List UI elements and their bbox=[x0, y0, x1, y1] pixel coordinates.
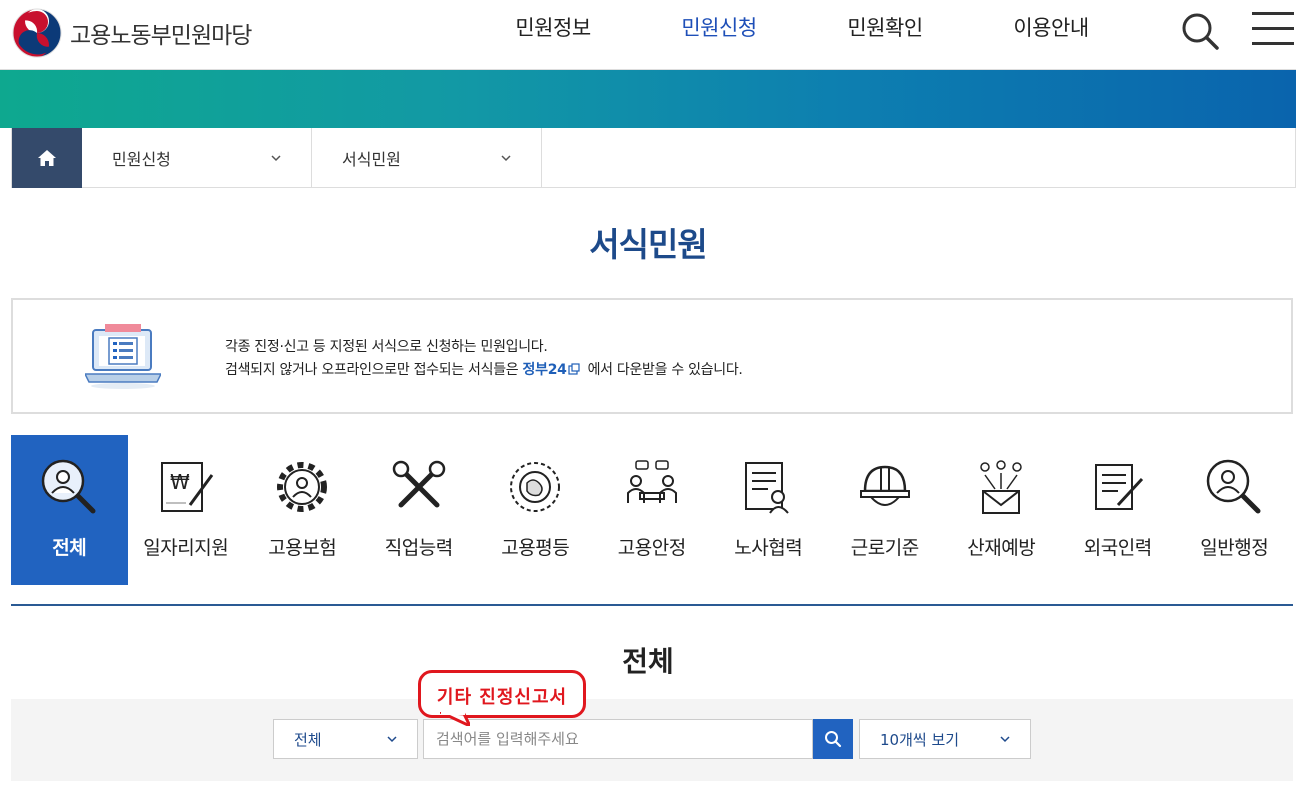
home-button[interactable] bbox=[12, 128, 82, 188]
chevron-down-icon bbox=[271, 155, 281, 162]
category-select[interactable]: 전체 bbox=[273, 719, 418, 759]
hamburger-menu-icon[interactable] bbox=[1252, 12, 1294, 46]
category-tab-job-support[interactable]: ₩ 일자리지원 bbox=[128, 435, 245, 585]
info-box: 각종 진정·신고 등 지정된 서식으로 신청하는 민원입니다. 검색되지 않거나… bbox=[11, 298, 1293, 414]
nav-item-guide[interactable]: 이용안내 bbox=[968, 0, 1134, 56]
site-logo[interactable]: 고용노동부민원마당 bbox=[12, 8, 252, 58]
external-link-icon bbox=[567, 363, 580, 375]
sub-visual-banner bbox=[0, 70, 1296, 128]
search-input[interactable] bbox=[423, 719, 813, 759]
info-line-1: 각종 진정·신고 등 지정된 서식으로 신청하는 민원입니다. bbox=[225, 339, 548, 355]
category-label: 일반행정 bbox=[1200, 537, 1269, 559]
category-tab-labor-cooperation[interactable]: 노사협력 bbox=[710, 435, 827, 585]
laptop-document-icon bbox=[85, 324, 161, 389]
search-area: 전체 10개씩 보기 bbox=[11, 699, 1293, 781]
info-line-2: 검색되지 않거나 오프라인으로만 접수되는 서식들은 정부24 에서 다운받을 수… bbox=[225, 359, 743, 382]
category-label: 고용안정 bbox=[617, 537, 686, 559]
category-label: 일자리지원 bbox=[143, 537, 229, 559]
category-label: 고용평등 bbox=[501, 537, 570, 559]
breadcrumb-level1-dropdown[interactable]: 민원신청 bbox=[82, 128, 312, 188]
category-label: 고용보험 bbox=[268, 537, 337, 559]
document-pen-icon: ₩ bbox=[160, 462, 213, 512]
info-description: 각종 진정·신고 등 지정된 서식으로 신청하는 민원입니다. 검색되지 않거나… bbox=[225, 336, 743, 382]
category-tabs: 전체 ₩ 일자리지원 고용보험 직업능력 고용평등 고용안정 노사협력 근로기준… bbox=[11, 435, 1293, 585]
chevron-down-icon bbox=[387, 736, 397, 743]
section-divider bbox=[11, 604, 1293, 606]
government-emblem-icon bbox=[12, 8, 62, 58]
category-tab-employment-stability[interactable]: 고용안정 bbox=[594, 435, 711, 585]
chevron-down-icon bbox=[501, 155, 511, 162]
info-line-2-before: 검색되지 않거나 오프라인으로만 접수되는 서식들은 bbox=[225, 362, 519, 378]
category-select-value: 전체 bbox=[294, 730, 322, 749]
gear-person-icon bbox=[277, 462, 327, 512]
nav-item-apply[interactable]: 민원신청 bbox=[636, 0, 802, 56]
category-tab-foreign-workforce[interactable]: 외국인력 bbox=[1060, 435, 1177, 585]
home-icon bbox=[38, 150, 56, 166]
page-size-select-value: 10개씩 보기 bbox=[880, 730, 960, 749]
category-label: 직업능력 bbox=[384, 537, 453, 559]
person-search-icon bbox=[41, 459, 96, 514]
main-nav: 민원정보 민원신청 민원확인 이용안내 bbox=[470, 0, 1134, 56]
nav-item-check[interactable]: 민원확인 bbox=[802, 0, 968, 56]
search-icon[interactable] bbox=[1178, 9, 1222, 53]
svg-text:₩: ₩ bbox=[170, 470, 190, 494]
annotation-tail bbox=[440, 712, 470, 726]
site-name: 고용노동부민원마당 bbox=[70, 23, 252, 49]
category-label: 산재예방 bbox=[967, 537, 1036, 559]
mail-people-icon bbox=[980, 460, 1022, 514]
annotation-text: 기타 진정신고서 bbox=[436, 687, 568, 708]
meeting-icon bbox=[626, 460, 677, 503]
category-tab-labor-standards[interactable]: 근로기준 bbox=[827, 435, 944, 585]
section-title: 전체 bbox=[622, 645, 674, 678]
category-tab-job-skills[interactable]: 직업능력 bbox=[361, 435, 478, 585]
breadcrumb-level1-label: 민원신청 bbox=[112, 150, 171, 169]
page-title: 서식민원 bbox=[589, 225, 707, 264]
annotation-callout: 기타 진정신고서 bbox=[418, 670, 586, 718]
globe-people-icon bbox=[510, 462, 560, 512]
search-submit-button[interactable] bbox=[813, 719, 853, 759]
helmet-icon bbox=[859, 465, 910, 506]
category-tab-all[interactable]: 전체 bbox=[11, 435, 128, 585]
form-pen-icon bbox=[1094, 464, 1143, 510]
category-label: 근로기준 bbox=[850, 537, 919, 559]
category-tab-general-admin[interactable]: 일반행정 bbox=[1176, 435, 1293, 585]
gov24-link[interactable]: 정부24 bbox=[523, 362, 567, 378]
category-tab-employment-equality[interactable]: 고용평등 bbox=[477, 435, 594, 585]
magnifier-person-icon bbox=[1206, 459, 1261, 514]
breadcrumb: 민원신청 서식민원 bbox=[11, 128, 1296, 188]
category-label: 외국인력 bbox=[1083, 537, 1152, 559]
chevron-down-icon bbox=[1000, 736, 1010, 743]
page-size-select[interactable]: 10개씩 보기 bbox=[859, 719, 1031, 759]
site-header: 고용노동부민원마당 민원정보 민원신청 민원확인 이용안내 bbox=[0, 0, 1296, 70]
category-tab-accident-prevention[interactable]: 산재예방 bbox=[943, 435, 1060, 585]
category-label: 노사협력 bbox=[734, 537, 803, 559]
tools-icon bbox=[392, 460, 445, 508]
nav-item-info[interactable]: 민원정보 bbox=[470, 0, 636, 56]
info-line-2-after: 에서 다운받을 수 있습니다. bbox=[587, 362, 743, 378]
category-tab-employment-insurance[interactable]: 고용보험 bbox=[244, 435, 361, 585]
breadcrumb-level2-label: 서식민원 bbox=[342, 150, 401, 169]
category-label: 전체 bbox=[52, 537, 87, 559]
breadcrumb-level2-dropdown[interactable]: 서식민원 bbox=[312, 128, 542, 188]
search-icon bbox=[825, 731, 842, 748]
contract-icon bbox=[745, 462, 789, 514]
